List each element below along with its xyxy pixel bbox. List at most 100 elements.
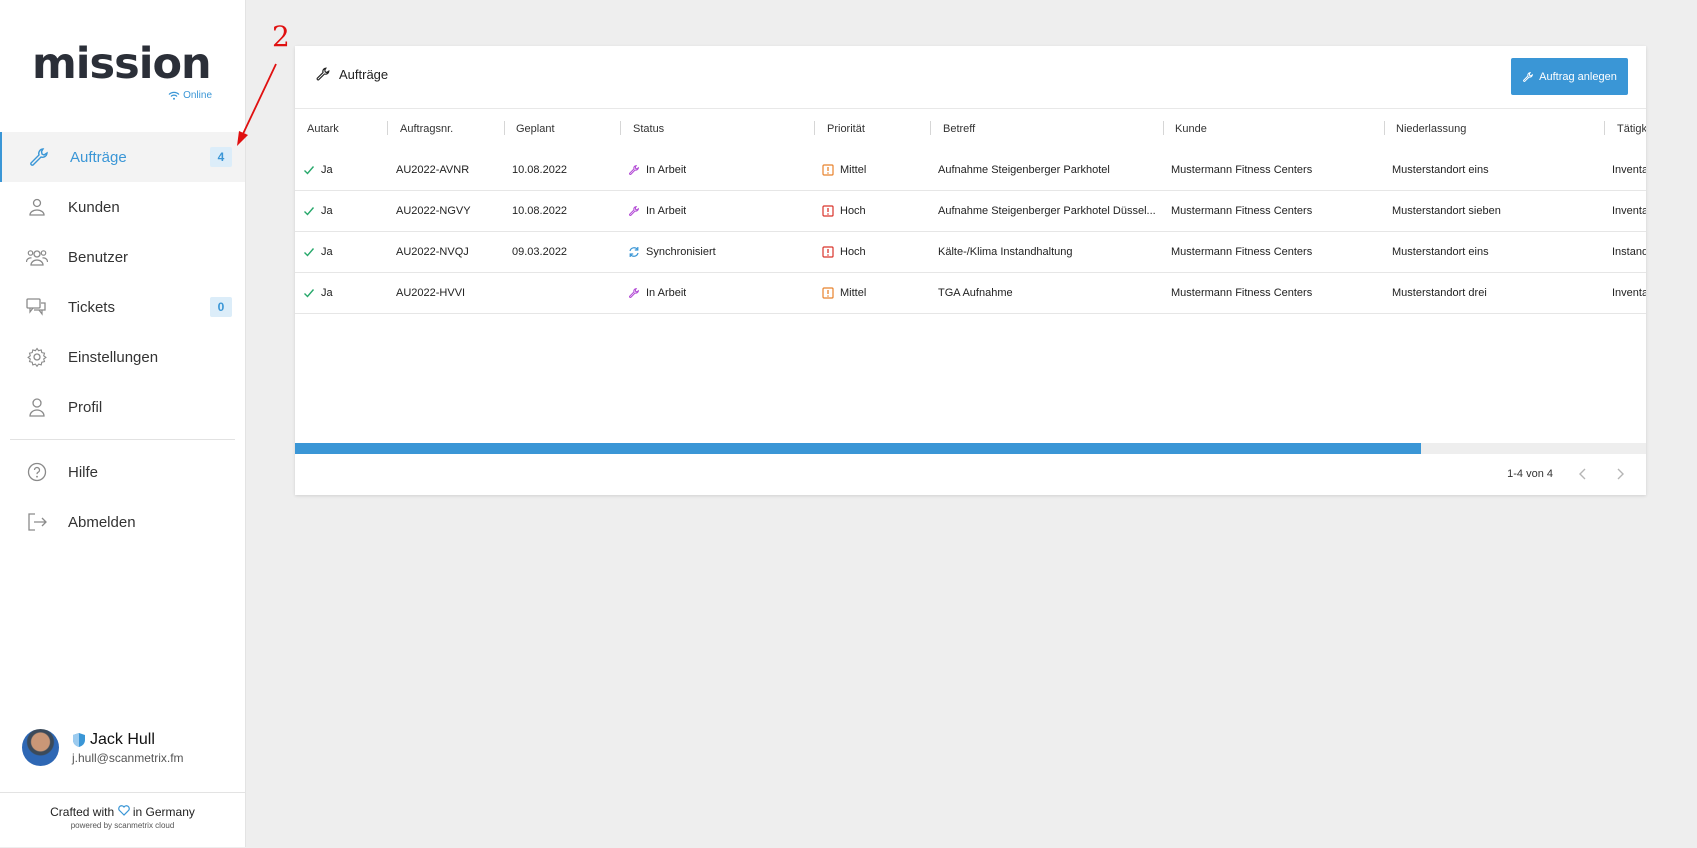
sidebar-item-einstellungen[interactable]: Einstellungen [0, 332, 245, 382]
cell-betreff: Aufnahme Steigenberger Parkhotel [938, 150, 1156, 190]
column-divider[interactable] [1604, 121, 1605, 135]
page-title: Aufträge [339, 66, 389, 82]
pagination-info: 1-4 von 4 [1507, 468, 1553, 480]
cell-niederlassung: Musterstandort sieben [1392, 191, 1501, 231]
cell-status: In Arbeit [628, 191, 686, 231]
sidebar-item-label: Kunden [68, 198, 120, 216]
cell-kunde-text: Mustermann Fitness Centers [1171, 205, 1313, 217]
cell-autark-text: Ja [321, 287, 333, 299]
sidebar-item-kunden[interactable]: Kunden [0, 182, 245, 232]
table-row[interactable]: Ja AU2022-NGVY 10.08.2022 In Arbeit Hoch Aufn… [295, 191, 1646, 232]
horizontal-scrollbar[interactable] [295, 443, 1646, 454]
cell-taetigkeit: Inventa [1612, 273, 1646, 313]
table-row[interactable]: Ja AU2022-NVQJ 09.03.2022 Synchronisiert Hoc… [295, 232, 1646, 273]
column-header-prioritaet[interactable]: Priorität [827, 108, 865, 150]
user-name: Jack Hull [90, 731, 155, 748]
cell-auftragsnr-text: AU2022-NVQJ [396, 246, 469, 258]
crafted-line: Crafted with in Germany [0, 805, 245, 819]
cell-status-text: Synchronisiert [646, 246, 716, 258]
cell-status-text: In Arbeit [646, 205, 687, 217]
cell-niederlassung-text: Musterstandort drei [1392, 287, 1487, 299]
cell-prioritaet: Hoch [822, 232, 866, 272]
cell-niederlassung-text: Musterstandort eins [1392, 164, 1489, 176]
cell-auftragsnr: AU2022-NVQJ [396, 232, 469, 272]
column-divider[interactable] [387, 121, 388, 135]
column-divider[interactable] [814, 121, 815, 135]
cell-taetigkeit: Inventa [1612, 191, 1646, 231]
scrollbar-thumb[interactable] [295, 443, 1421, 454]
user-email: j.hull@scanmetrix.fm [72, 751, 184, 765]
cell-status: In Arbeit [628, 273, 686, 313]
priority-icon [822, 164, 834, 176]
column-header-kunde[interactable]: Kunde [1175, 108, 1207, 150]
sync-icon [629, 247, 639, 257]
cell-auftragsnr-text: AU2022-HVVI [396, 287, 466, 299]
sidebar-item-benutzer[interactable]: Benutzer [0, 232, 245, 282]
sidebar-item-hilfe[interactable]: Hilfe [0, 447, 245, 497]
column-divider[interactable] [930, 121, 931, 135]
cell-auftragsnr: AU2022-HVVI [396, 273, 465, 313]
sidebar-item-auftraege[interactable]: Aufträge 4 [0, 132, 245, 182]
column-header-geplant[interactable]: Geplant [516, 108, 555, 150]
column-header-status[interactable]: Status [633, 108, 664, 150]
table-row[interactable]: Ja AU2022-AVNR 10.08.2022 In Arbeit Mittel Au… [295, 150, 1646, 191]
orders-card: Aufträge Auftrag anlegen Autark Auftrags… [295, 46, 1646, 495]
cell-autark-text: Ja [321, 246, 333, 258]
cell-taetigkeit: Instand [1612, 232, 1646, 272]
column-divider[interactable] [620, 121, 621, 135]
chat-icon [26, 298, 46, 316]
sidebar-item-abmelden[interactable]: Abmelden [0, 497, 245, 547]
customer-icon [29, 198, 45, 216]
online-label: Online [183, 90, 212, 101]
column-header-betreff[interactable]: Betreff [943, 108, 975, 150]
user-icon [29, 398, 45, 417]
cell-autark: Ja [303, 191, 333, 231]
heart-icon [117, 805, 130, 816]
sidebar-item-label: Profil [68, 398, 103, 416]
cell-niederlassung: Musterstandort eins [1392, 150, 1489, 190]
sidebar-item-tickets[interactable]: Tickets 0 [0, 282, 245, 332]
sidebar-item-label: Hilfe [68, 463, 99, 481]
priority-icon [822, 205, 834, 217]
chevron-right-icon[interactable] [1612, 466, 1628, 482]
sidebar-nav: Aufträge 4 Kunden Benutzer Tickets 0 Ein… [0, 132, 245, 547]
cell-status-text: In Arbeit [646, 164, 687, 176]
column-divider[interactable] [1384, 121, 1385, 135]
cell-taetigkeit: Inventa [1612, 150, 1646, 190]
column-header-autark[interactable]: Autark [307, 108, 339, 150]
chevron-left-icon[interactable] [1575, 466, 1591, 482]
online-status: Online [168, 90, 212, 101]
cell-betreff-text: TGA Aufnahme [938, 287, 1013, 299]
cell-geplant: 10.08.2022 [512, 191, 567, 231]
sidebar-item-profil[interactable]: Profil [0, 382, 245, 432]
cell-kunde-text: Mustermann Fitness Centers [1171, 164, 1313, 176]
cell-prioritaet-text: Mittel [840, 164, 867, 176]
help-icon [27, 462, 47, 482]
card-header: Aufträge Auftrag anlegen [295, 46, 1646, 109]
check-icon [304, 289, 315, 298]
column-divider[interactable] [1163, 121, 1164, 135]
sidebar-item-label: Einstellungen [68, 348, 159, 366]
column-header-niederlassung[interactable]: Niederlassung [1396, 108, 1466, 150]
column-divider[interactable] [504, 121, 505, 135]
cell-kunde: Mustermann Fitness Centers [1171, 191, 1312, 231]
crafted-prefix: Crafted with [50, 805, 115, 819]
wrench-icon [1523, 71, 1534, 82]
cell-kunde: Mustermann Fitness Centers [1171, 150, 1312, 190]
nav-divider [10, 439, 235, 440]
cell-niederlassung-text: Musterstandort sieben [1392, 205, 1501, 217]
annotation-arrow-icon [237, 63, 277, 146]
table-row[interactable]: Ja AU2022-HVVI In Arbeit Mittel TGA Aufnahme… [295, 273, 1646, 314]
column-header-taetigkeit[interactable]: Tätigk [1617, 108, 1646, 150]
cell-autark-text: Ja [321, 205, 333, 217]
cell-auftragsnr: AU2022-NGVY [396, 191, 471, 231]
cell-status: Synchronisiert [628, 232, 716, 272]
cell-geplant: 09.03.2022 [512, 232, 567, 272]
cell-prioritaet: Hoch [822, 191, 866, 231]
user-profile[interactable]: Jack Hull j.hull@scanmetrix.fm [22, 729, 242, 769]
wrench-icon [629, 206, 639, 216]
brand-logo[interactable]: mission Online [32, 40, 212, 101]
sidebar-item-label: Benutzer [68, 248, 129, 266]
column-header-auftragsnr[interactable]: Auftragsnr. [400, 108, 453, 150]
add-order-button[interactable]: Auftrag anlegen [1511, 58, 1628, 95]
